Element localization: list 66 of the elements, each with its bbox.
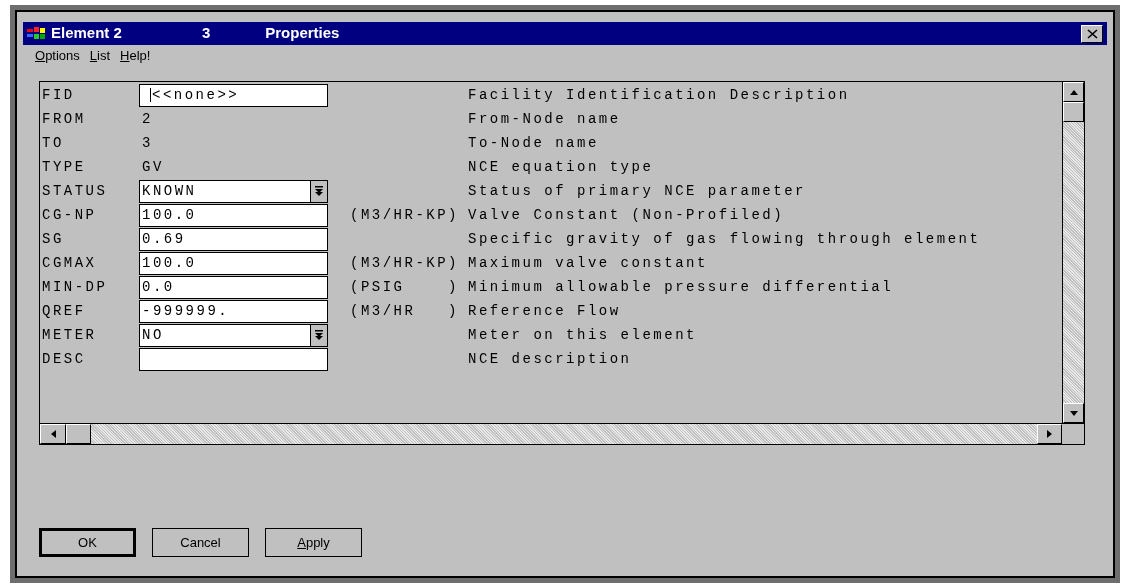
scroll-up-button[interactable]: [1063, 82, 1084, 102]
property-name: DESC: [41, 349, 87, 369]
menu-item[interactable]: Options: [35, 46, 80, 66]
window-title: Element 2: [51, 23, 122, 44]
input-field[interactable]: 0.69: [139, 227, 328, 251]
property-description: NCE description: [468, 349, 632, 369]
dropdown[interactable]: NO: [139, 323, 328, 347]
window-title: Properties: [265, 23, 340, 44]
unit-text: (M3/HR ): [350, 302, 459, 319]
close-button[interactable]: [1081, 24, 1103, 43]
horizontal-scrollbar[interactable]: [40, 423, 1084, 444]
value-text: 3: [141, 133, 154, 153]
value-text: GV: [141, 157, 165, 177]
input-field[interactable]: <<none>>: [139, 83, 328, 107]
unit-text: (PSIG ): [350, 278, 459, 295]
property-description: To-Node name: [468, 133, 599, 153]
property-description: Meter on this element: [468, 325, 697, 345]
scrollbar-corner: [1062, 424, 1084, 444]
property-name: FID: [41, 85, 76, 105]
property-description: Valve Constant (Non-Profiled): [468, 205, 785, 225]
down-arrow-icon: [1069, 410, 1078, 416]
unit-text: (M3/HR-KP): [350, 206, 459, 223]
value-text: 2: [141, 109, 154, 129]
property-name: FROM: [41, 109, 87, 129]
property-name: CG-NP: [41, 205, 98, 225]
input-field[interactable]: -999999.: [139, 299, 328, 323]
scroll-down-button[interactable]: [1063, 403, 1084, 423]
property-name: TO: [41, 133, 65, 153]
dialog-button[interactable]: Apply: [265, 528, 362, 557]
unit-text: (M3/HR-KP): [350, 254, 459, 271]
input-field[interactable]: 0.0: [139, 275, 328, 299]
property-name: METER: [41, 325, 98, 345]
right-arrow-icon: [1047, 430, 1052, 438]
close-icon: [1086, 28, 1098, 39]
dialog-button[interactable]: Cancel: [152, 528, 249, 557]
dropdown[interactable]: KNOWN: [139, 179, 328, 203]
property-description: NCE equation type: [468, 157, 654, 177]
input-field[interactable]: 100.0: [139, 203, 328, 227]
property-description: From-Node name: [468, 109, 621, 129]
scroll-thumb[interactable]: [1063, 102, 1084, 122]
property-name: TYPE: [41, 157, 87, 177]
property-name: SG: [41, 229, 65, 249]
property-description: Facility Identification Description: [468, 85, 850, 105]
property-description: Maximum valve constant: [468, 253, 708, 273]
text-cursor: [150, 88, 151, 102]
vertical-scrollbar[interactable]: [1062, 82, 1084, 423]
app-logo-icon: [27, 26, 47, 41]
up-arrow-icon: [1069, 89, 1078, 95]
property-description: Status of primary NCE parameter: [468, 181, 806, 201]
property-description: Reference Flow: [468, 301, 621, 321]
property-name: CGMAX: [41, 253, 98, 273]
property-name: STATUS: [41, 181, 109, 201]
left-arrow-icon: [50, 430, 56, 438]
input-field[interactable]: [139, 347, 328, 371]
property-description: Minimum allowable pressure differential: [468, 277, 894, 297]
scroll-thumb[interactable]: [66, 424, 91, 444]
window-title: 3: [201, 23, 211, 44]
scroll-right-button[interactable]: [1037, 424, 1062, 444]
property-name: QREF: [41, 301, 87, 321]
scroll-left-button[interactable]: [40, 424, 66, 444]
property-name: MIN-DP: [41, 277, 109, 297]
input-field[interactable]: 100.0: [139, 251, 328, 275]
dialog-button[interactable]: OK: [39, 528, 136, 557]
menu-item[interactable]: List: [89, 46, 111, 66]
menu-item[interactable]: Help!: [120, 46, 151, 66]
property-description: Specific gravity of gas flowing through element: [468, 229, 981, 249]
